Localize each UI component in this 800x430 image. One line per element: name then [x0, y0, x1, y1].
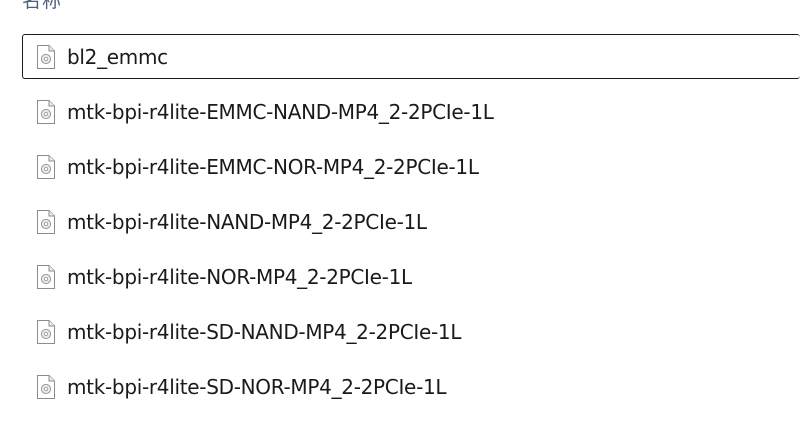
file-row[interactable]: mtk-bpi-r4lite-EMMC-NAND-MP4_2-2PCIe-1L — [22, 89, 800, 134]
file-row[interactable]: mtk-bpi-r4lite-EMMC-NOR-MP4_2-2PCIe-1L — [22, 144, 800, 189]
name-column-header[interactable]: 名称 — [22, 0, 62, 12]
file-name: mtk-bpi-r4lite-NOR-MP4_2-2PCIe-1L — [67, 264, 412, 289]
file-row[interactable]: bl2_emmc — [22, 34, 800, 79]
name-column-label: 名称 — [22, 0, 63, 12]
file-name: mtk-bpi-r4lite-SD-NOR-MP4_2-2PCIe-1L — [67, 374, 447, 399]
file-name: mtk-bpi-r4lite-NAND-MP4_2-2PCIe-1L — [67, 209, 427, 234]
file-explorer-view: 名称 bl2_emmc mtk-bpi-r4lite-EMMC-NAND-MP4… — [0, 0, 800, 430]
file-list: bl2_emmc mtk-bpi-r4lite-EMMC-NAND-MP4_2-… — [22, 34, 800, 419]
file-row[interactable]: mtk-bpi-r4lite-NAND-MP4_2-2PCIe-1L — [22, 199, 800, 244]
file-name: mtk-bpi-r4lite-EMMC-NAND-MP4_2-2PCIe-1L — [67, 99, 494, 124]
file-name: mtk-bpi-r4lite-SD-NAND-MP4_2-2PCIe-1L — [67, 319, 462, 344]
file-row[interactable]: mtk-bpi-r4lite-SD-NOR-MP4_2-2PCIe-1L — [22, 364, 800, 409]
generic-file-icon — [37, 154, 55, 179]
generic-file-icon — [37, 374, 55, 399]
generic-file-icon — [37, 209, 55, 234]
generic-file-icon — [37, 99, 55, 124]
file-row[interactable]: mtk-bpi-r4lite-SD-NAND-MP4_2-2PCIe-1L — [22, 309, 800, 354]
file-name: bl2_emmc — [67, 44, 168, 69]
file-name: mtk-bpi-r4lite-EMMC-NOR-MP4_2-2PCIe-1L — [67, 154, 479, 179]
generic-file-icon — [37, 264, 55, 289]
generic-file-icon — [37, 319, 55, 344]
file-row[interactable]: mtk-bpi-r4lite-NOR-MP4_2-2PCIe-1L — [22, 254, 800, 299]
generic-file-icon — [37, 44, 55, 69]
